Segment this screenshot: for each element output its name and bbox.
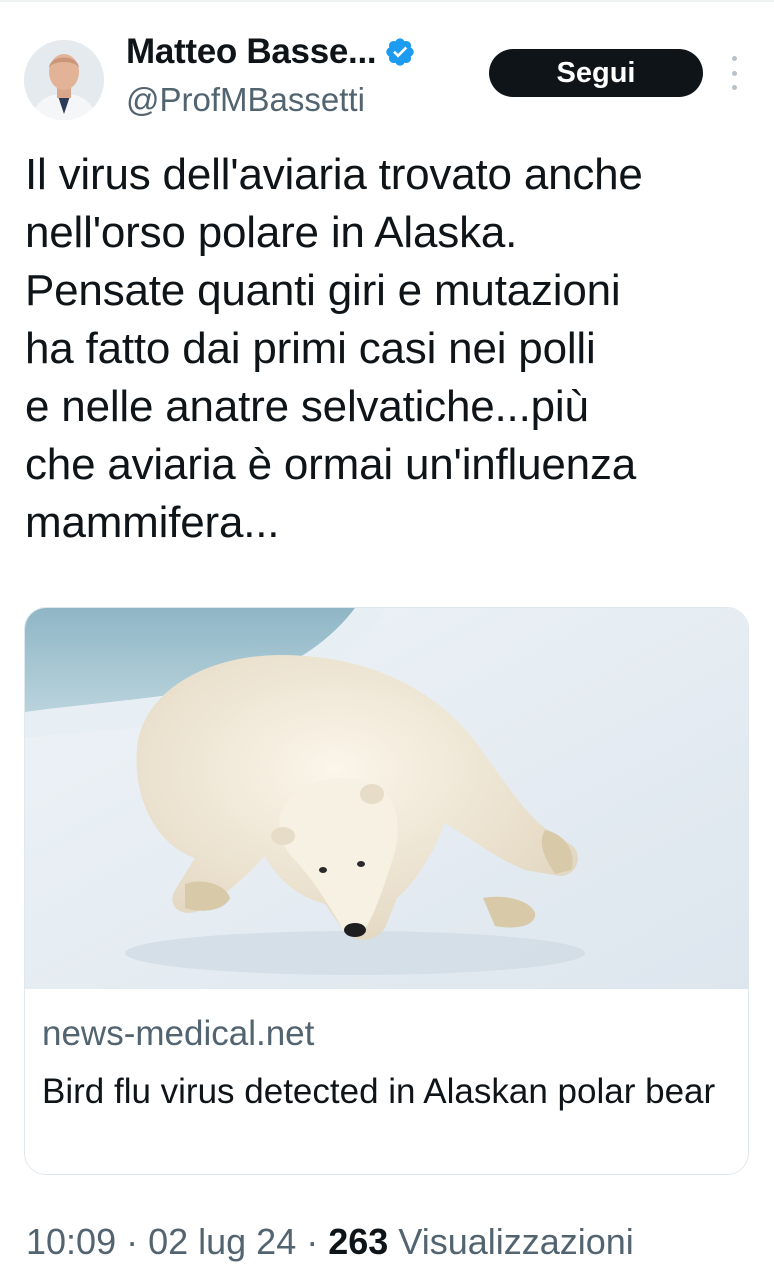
tweet-text: Il virus dell'aviaria trovato anche nell…: [25, 150, 643, 547]
views-count: 263: [328, 1221, 389, 1262]
views-label: Visualizzazioni: [398, 1221, 634, 1262]
top-divider: [0, 0, 774, 2]
tweet-meta: 10:09 · 02 lug 24 · 263 Visualizzazioni: [26, 1221, 634, 1262]
follow-button[interactable]: Segui: [489, 49, 703, 97]
polar-bear-image: [25, 608, 748, 989]
verified-badge-icon: [386, 38, 414, 66]
avatar[interactable]: [24, 40, 104, 120]
author-handle[interactable]: @ProfMBassetti: [126, 80, 365, 120]
dot-icon: [731, 85, 737, 90]
tweet-time[interactable]: 10:09: [26, 1221, 116, 1262]
card-domain: news-medical.net: [42, 1014, 315, 1053]
author-name-row: Matteo Basse...: [126, 28, 416, 76]
more-options-icon[interactable]: [724, 56, 744, 90]
tweet-date[interactable]: 02 lug 24: [148, 1221, 296, 1262]
author-name[interactable]: Matteo Basse...: [126, 28, 377, 76]
dot-icon: [731, 56, 737, 61]
dot-icon: [731, 70, 737, 76]
card-title: Bird flu virus detected in Alaskan polar…: [42, 1072, 716, 1111]
link-card[interactable]: news-medical.net Bird flu virus detected…: [24, 607, 749, 1175]
